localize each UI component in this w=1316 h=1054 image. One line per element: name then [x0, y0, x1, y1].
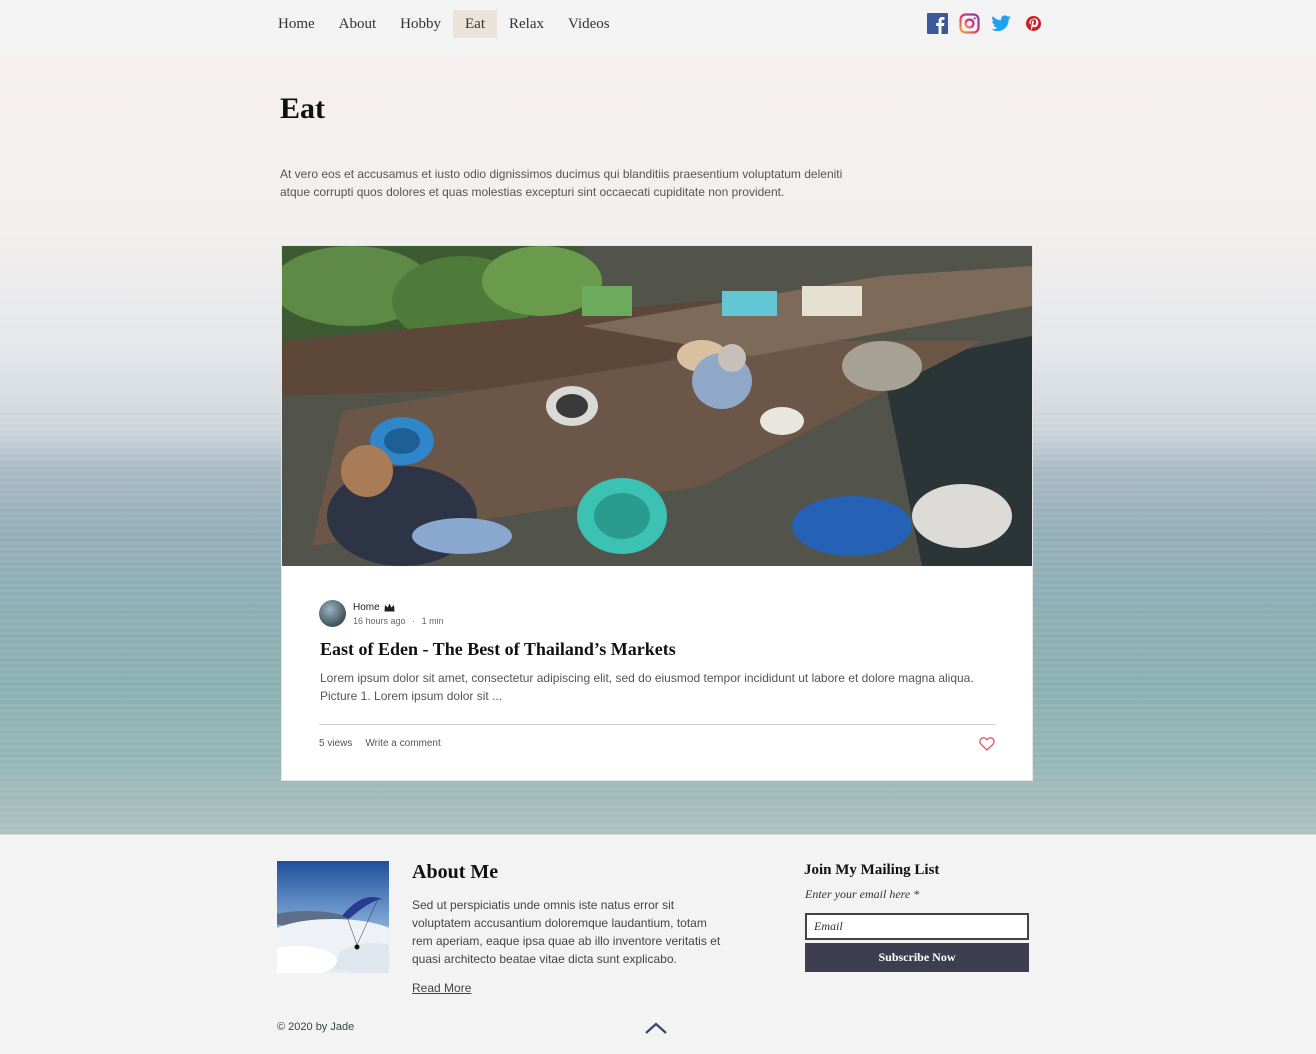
author-name[interactable]: Home: [353, 602, 380, 613]
nav-item-videos[interactable]: Videos: [556, 10, 622, 38]
views-count: 5 views: [319, 738, 353, 749]
top-navigation-bar: Home About Hobby Eat Relax Videos: [0, 0, 1316, 50]
subscribe-button[interactable]: Subscribe Now: [805, 943, 1029, 972]
footer-divider: [0, 834, 1316, 835]
page-title: Eat: [280, 92, 325, 125]
social-bar: [927, 13, 1044, 34]
about-me-title: About Me: [412, 861, 499, 883]
card-divider: [319, 724, 996, 725]
post-title[interactable]: East of Eden - The Best of Thailand’s Ma…: [320, 639, 676, 660]
post-stats: 5 views Write a comment: [319, 738, 441, 749]
heart-icon[interactable]: [979, 736, 995, 751]
pinterest-icon[interactable]: [1023, 13, 1044, 34]
twitter-icon[interactable]: [991, 13, 1012, 34]
main-menu: Home About Hobby Eat Relax Videos: [266, 10, 622, 38]
about-me-image: [277, 861, 389, 973]
write-comment-link[interactable]: Write a comment: [365, 738, 440, 749]
nav-item-home[interactable]: Home: [266, 10, 327, 38]
avatar[interactable]: [319, 600, 346, 627]
nav-item-relax[interactable]: Relax: [497, 10, 556, 38]
nav-item-about[interactable]: About: [327, 10, 389, 38]
copyright: © 2020 by Jade: [277, 1021, 355, 1033]
chevron-up-icon[interactable]: [644, 1021, 668, 1035]
read-time: 1 min: [421, 615, 444, 626]
post-time: 16 hours ago: [353, 615, 406, 626]
email-field[interactable]: [805, 913, 1029, 940]
crown-icon: [384, 603, 395, 611]
facebook-icon[interactable]: [927, 13, 948, 34]
post-card[interactable]: Home 16 hours ago · 1 min East of Eden -…: [281, 245, 1033, 781]
page-description: At vero eos et accusamus et iusto odio d…: [280, 167, 843, 199]
about-me-text: Sed ut perspiciatis unde omnis iste natu…: [412, 898, 721, 966]
nav-item-eat[interactable]: Eat: [453, 10, 498, 38]
post-author-row: Home 16 hours ago · 1 min: [319, 600, 444, 627]
read-more-link[interactable]: Read More: [412, 981, 471, 995]
post-cover-image[interactable]: [282, 246, 1032, 566]
post-excerpt[interactable]: Lorem ipsum dolor sit amet, consectetur …: [320, 669, 1000, 705]
instagram-icon[interactable]: [959, 13, 980, 34]
meta-separator: ·: [412, 615, 416, 626]
mailing-list-title: Join My Mailing List: [804, 862, 940, 878]
email-label: Enter your email here *: [805, 887, 920, 901]
nav-item-hobby[interactable]: Hobby: [388, 10, 453, 38]
